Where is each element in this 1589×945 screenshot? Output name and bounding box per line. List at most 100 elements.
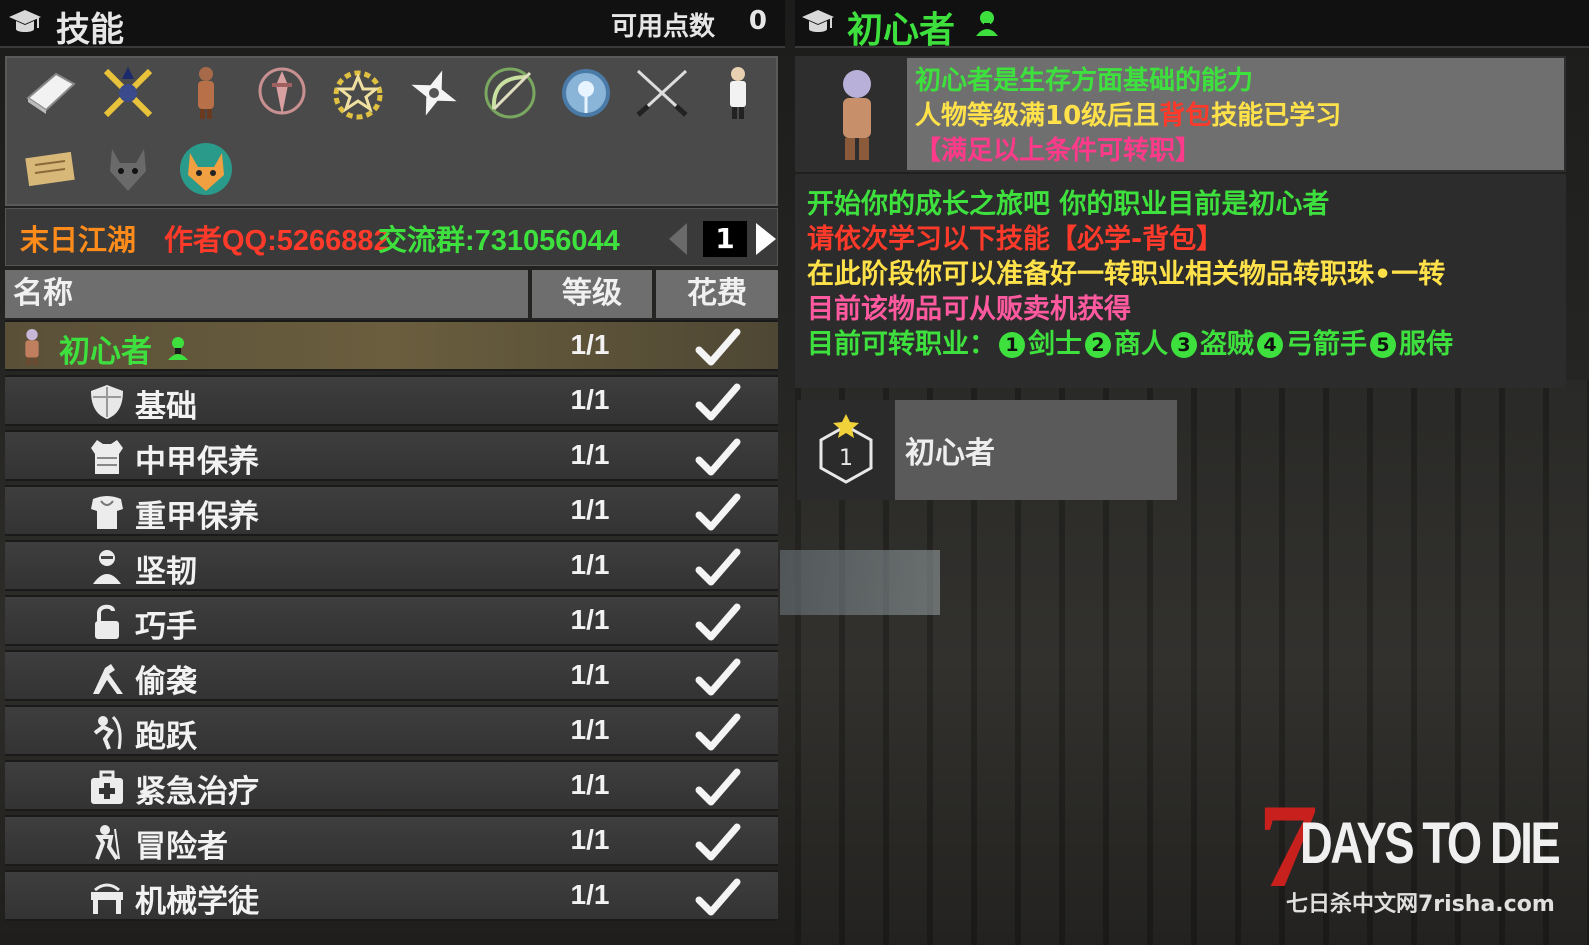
row-level: 1/1: [570, 824, 610, 855]
row-name: 初心者: [59, 334, 152, 370]
logo-site: 七日杀中文网7risha.com: [1286, 892, 1555, 917]
class-emblem-icon: [976, 11, 998, 36]
run-jump-icon: [93, 715, 122, 750]
tier-number: 1: [839, 446, 853, 471]
jobs-label: 目前可转职业：: [807, 329, 996, 360]
orb-icon[interactable]: [555, 62, 617, 124]
shuriken-icon[interactable]: [403, 62, 465, 124]
tier-badge-icon: 1: [819, 414, 873, 484]
desc-line-2-c: 技能已学习: [1211, 101, 1342, 131]
group-number: 交流群:731056044: [378, 225, 620, 257]
available-points-label: 可用点数: [610, 12, 715, 42]
checkmark-icon: [695, 438, 741, 476]
wolf-icon[interactable]: [97, 138, 159, 200]
servant-character-icon[interactable]: [707, 62, 769, 124]
row-level: 1/1: [570, 604, 610, 635]
col-header-level[interactable]: 等级: [532, 270, 652, 318]
adventurer-icon: [95, 825, 120, 861]
row-name: 基础: [135, 389, 197, 425]
graduation-cap-icon: [802, 10, 834, 32]
guide-line-3: 在此阶段你可以准备好一转职业相关物品转职珠•一转: [807, 259, 1446, 290]
crossed-swords-gold-icon[interactable]: [97, 62, 159, 124]
row-level: 1/1: [570, 769, 610, 800]
table-row-adventurer[interactable]: 冒险者 1/1: [5, 815, 778, 866]
medkit-icon: [91, 770, 123, 804]
class-description-box: 初心者是生存方面基础的能力 人物等级满10级后且背包技能已学习 【满足以上条件可…: [795, 56, 1566, 172]
skill-category-grid: [5, 56, 778, 206]
scroll-icon[interactable]: [19, 138, 81, 200]
table-row-medium-armor[interactable]: 中甲保养 1/1: [5, 430, 778, 481]
col-header-cost[interactable]: 花费: [656, 270, 778, 318]
row-level: 1/1: [570, 439, 610, 470]
row-name: 巧手: [135, 609, 197, 645]
tier-card[interactable]: 1 初心者: [797, 400, 1177, 500]
row-name: 冒险者: [135, 829, 228, 865]
skills-header: 技能 可用点数 0: [0, 0, 785, 50]
vest-armor-icon: [91, 440, 123, 474]
checkmark-icon: [695, 713, 741, 751]
table-row-heavy-armor[interactable]: 重甲保养 1/1: [5, 485, 778, 536]
sneak-icon: [93, 664, 123, 694]
row-name: 重甲保养: [135, 499, 259, 535]
row-level: 1/1: [570, 329, 610, 360]
row-name: 跑跃: [135, 719, 197, 755]
novice-portrait: [843, 70, 871, 160]
description-text-panel: 初心者是生存方面基础的能力 人物等级满10级后且背包技能已学习 【满足以上条件可…: [907, 58, 1564, 170]
checkmark-icon: [695, 493, 741, 531]
laurel-star-icon[interactable]: [327, 62, 389, 124]
class-emblem-icon: [168, 337, 188, 360]
job-number-badge: 3: [1171, 332, 1197, 358]
row-level: 1/1: [570, 494, 610, 525]
shield-icon: [91, 385, 123, 419]
game-logo: 7 DAYS TO DIE 七日杀中文网7risha.com: [1258, 786, 1568, 928]
class-header: 初心者: [795, 0, 1589, 51]
table-row-run-jump[interactable]: 跑跃 1/1: [5, 705, 778, 756]
table-row-basic[interactable]: 基础 1/1: [5, 375, 778, 426]
next-page-arrow-icon[interactable]: [756, 223, 776, 255]
workbench-icon: [91, 883, 123, 914]
dagger-shield-icon[interactable]: [251, 62, 313, 124]
bow-arrow-icon[interactable]: [479, 62, 541, 124]
guide-line-2: 请依次学习以下技能【必学-背包】: [807, 224, 1224, 255]
row-name: 偷袭: [135, 664, 197, 700]
job-name: 商人: [1114, 329, 1168, 360]
crossed-blades-icon[interactable]: [631, 62, 693, 124]
table-row-toughness[interactable]: 坚韧 1/1: [5, 540, 778, 591]
col-header-name[interactable]: 名称: [5, 270, 528, 318]
tier-label: 初心者: [905, 436, 995, 471]
mod-name: 末日江湖: [20, 225, 137, 257]
job-name: 盗贼: [1200, 329, 1254, 360]
padlock-icon: [95, 604, 119, 639]
row-level: 1/1: [570, 659, 610, 690]
prev-page-arrow-icon[interactable]: [669, 223, 687, 255]
checkmark-icon: [695, 658, 741, 696]
row-name: 机械学徒: [135, 884, 259, 920]
book-icon[interactable]: [19, 62, 81, 124]
desc-line-2-a: 人物等级满10级后且: [915, 101, 1160, 131]
table-row-novice[interactable]: 初心者 1/1: [5, 320, 778, 371]
checkmark-icon: [695, 383, 741, 421]
job-name: 剑士: [1028, 329, 1082, 360]
row-level: 1/1: [570, 384, 610, 415]
tier-icon-box: 1: [797, 400, 895, 500]
table-row-sneak-attack[interactable]: 偷袭 1/1: [5, 650, 778, 701]
checkmark-icon: [695, 878, 741, 916]
desc-line-2: 人物等级满10级后且背包技能已学习: [915, 95, 1341, 132]
guide-line-1: 开始你的成长之旅吧 你的职业目前是初心者: [807, 189, 1330, 220]
class-guide-text: 开始你的成长之旅吧 你的职业目前是初心者 请依次学习以下技能【必学-背包】 在此…: [795, 174, 1566, 388]
job-number-badge: 2: [1085, 332, 1111, 358]
merchant-character-icon[interactable]: [175, 62, 237, 124]
table-row-dexterity[interactable]: 巧手 1/1: [5, 595, 778, 646]
row-name: 紧急治疗: [135, 774, 259, 810]
fox-icon[interactable]: [175, 138, 237, 200]
table-row-mechanic[interactable]: 机械学徒 1/1: [5, 870, 778, 921]
page-number: 1: [703, 221, 747, 257]
class-title: 初心者: [847, 10, 956, 51]
job-number-badge: 1: [999, 332, 1025, 358]
checkmark-icon: [695, 603, 741, 641]
table-row-first-aid[interactable]: 紧急治疗 1/1: [5, 760, 778, 811]
row-name: 中甲保养: [135, 444, 259, 480]
job-name: 服侍: [1399, 329, 1453, 360]
row-level: 1/1: [570, 879, 610, 910]
author-qq: 作者QQ:5266882: [164, 225, 390, 257]
